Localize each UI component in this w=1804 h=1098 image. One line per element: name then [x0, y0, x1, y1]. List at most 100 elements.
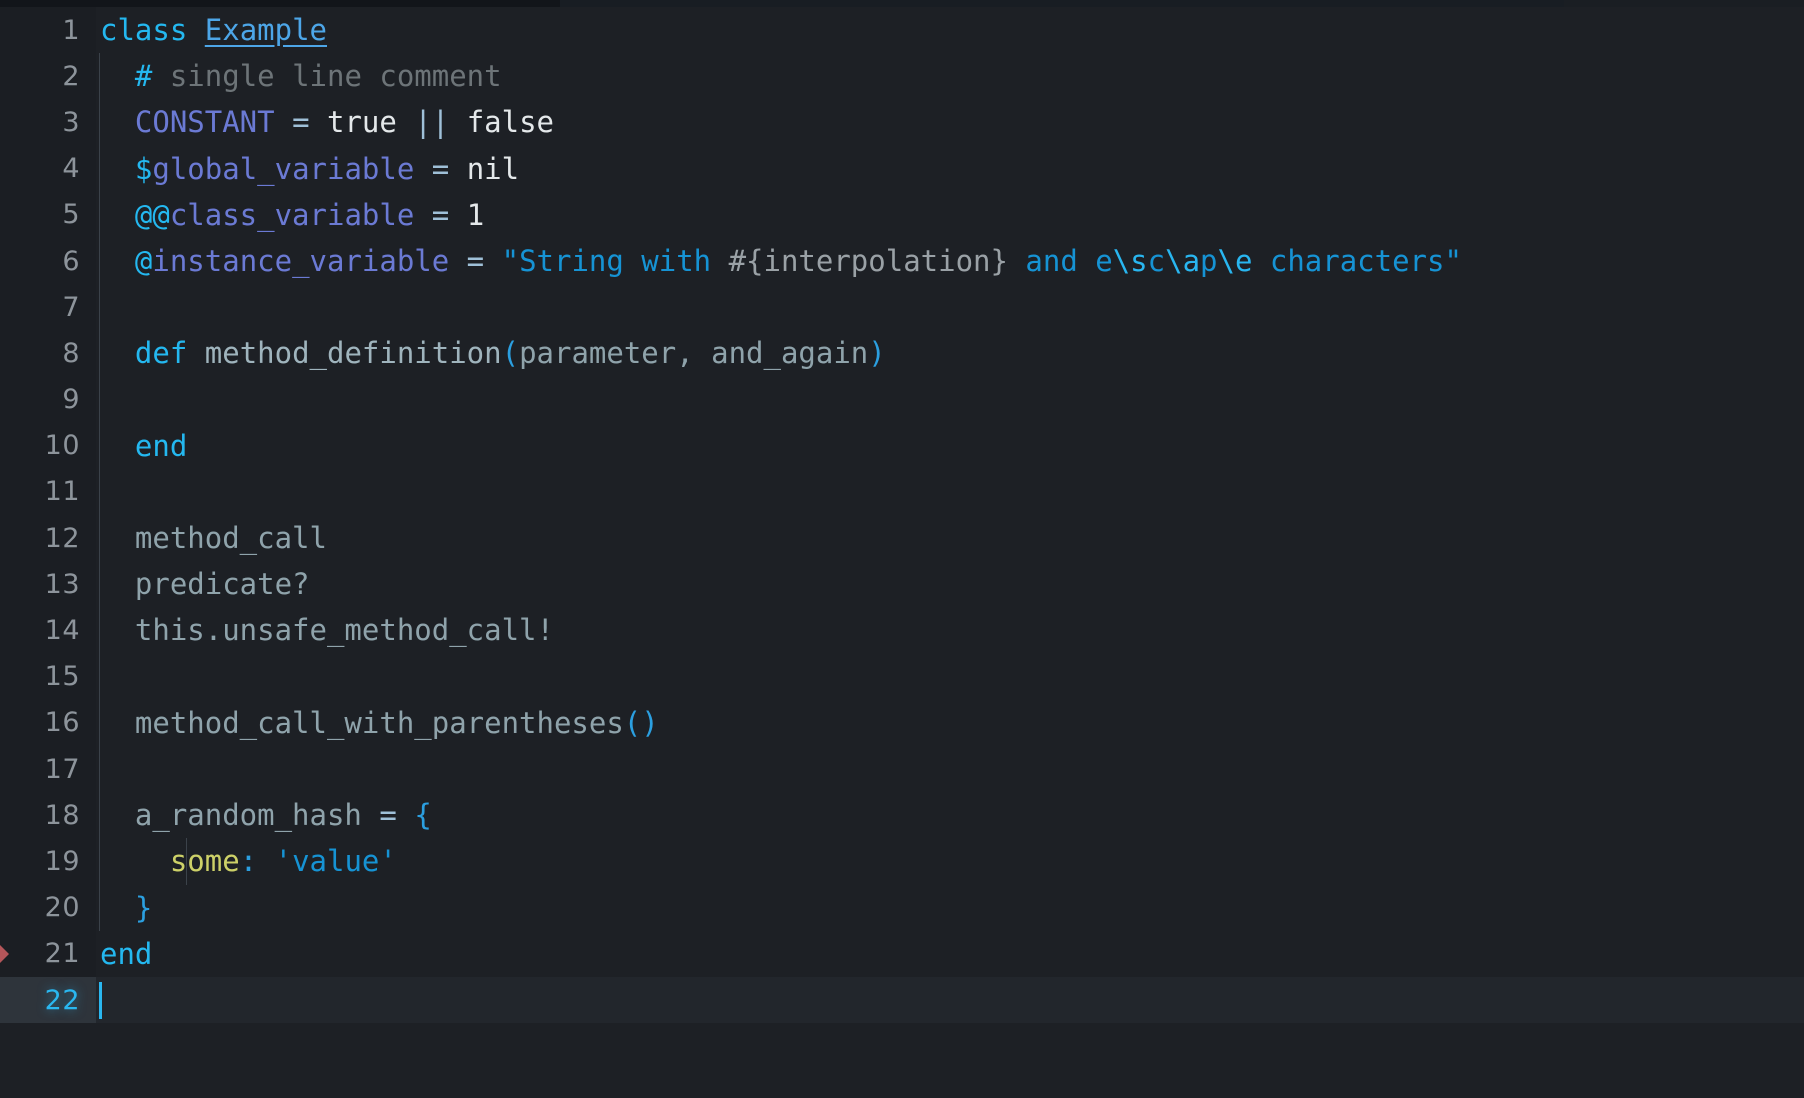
line-content[interactable] — [96, 468, 1804, 516]
line-content[interactable] — [96, 653, 1804, 700]
token-keyword: end — [134, 428, 188, 463]
token-escape: \s — [1112, 243, 1148, 278]
code-line[interactable]: 3 CONSTANT = true || false — [0, 99, 1804, 146]
code-line[interactable]: 8 def method_definition(parameter, and_a… — [0, 330, 1804, 377]
line-gutter[interactable]: 2 — [0, 53, 96, 100]
line-content[interactable]: method_call_with_parentheses() — [96, 699, 1804, 746]
token-paren: ) — [868, 336, 886, 371]
line-gutter[interactable]: 8 — [0, 330, 96, 377]
line-content[interactable]: CONSTANT = true || false — [96, 99, 1804, 146]
code-line[interactable]: 13 predicate? — [0, 561, 1804, 608]
code-line[interactable]: 21 end — [0, 930, 1804, 977]
line-gutter[interactable]: 6 — [0, 237, 96, 285]
line-content[interactable]: a_random_hash = { — [96, 792, 1804, 839]
code-line[interactable]: 5 @@class_variable = 1 — [0, 191, 1804, 238]
token-plain: false — [466, 105, 555, 140]
token-string: "String with — [501, 243, 729, 278]
code-text: $global_variable = nil — [100, 146, 519, 192]
token-escape: \a — [1165, 243, 1201, 278]
code-text: some: 'value' — [100, 838, 397, 884]
line-content[interactable]: this.unsafe_method_call! — [96, 607, 1804, 654]
line-gutter[interactable]: 15 — [0, 653, 96, 700]
line-gutter[interactable]: 22 — [0, 976, 96, 1024]
line-gutter[interactable]: 13 — [0, 561, 96, 608]
code-editor[interactable]: 1 class Example 2 # single line comment 3 C… — [0, 0, 1804, 1098]
line-content[interactable] — [96, 284, 1804, 331]
code-line[interactable]: 1 class Example — [0, 7, 1804, 54]
line-content[interactable]: predicate? — [96, 561, 1804, 608]
token-keyword: end — [100, 936, 153, 971]
indent-guide — [186, 838, 187, 885]
code-text: CONSTANT = true || false — [100, 99, 554, 145]
code-line[interactable]: 17 — [0, 746, 1804, 793]
line-gutter[interactable]: 21 — [0, 930, 96, 977]
token-var: instance_variable — [152, 243, 450, 278]
line-content[interactable]: @instance_variable = "String with #{inte… — [96, 237, 1804, 285]
line-gutter[interactable]: 11 — [0, 468, 96, 516]
line-gutter[interactable]: 17 — [0, 746, 96, 793]
code-lines-container[interactable]: 1 class Example 2 # single line comment 3 C… — [0, 7, 1804, 1098]
line-number: 9 — [62, 384, 80, 416]
code-line[interactable]: 22 — [0, 976, 1804, 1024]
line-gutter[interactable]: 5 — [0, 191, 96, 238]
line-number: 8 — [62, 337, 80, 369]
line-number: 6 — [62, 245, 80, 277]
code-line[interactable]: 9 — [0, 376, 1804, 423]
line-content[interactable]: } — [96, 884, 1804, 931]
code-line[interactable]: 15 — [0, 653, 1804, 700]
line-gutter[interactable]: 12 — [0, 515, 96, 562]
line-content[interactable]: end — [96, 422, 1804, 469]
line-gutter[interactable]: 7 — [0, 284, 96, 331]
code-line[interactable]: 14 this.unsafe_method_call! — [0, 607, 1804, 654]
line-number: 4 — [62, 153, 80, 185]
line-gutter[interactable]: 16 — [0, 699, 96, 746]
line-number: 13 — [44, 568, 80, 600]
code-line[interactable]: 6 @instance_variable = "String with #{in… — [0, 237, 1804, 285]
line-gutter[interactable]: 4 — [0, 145, 96, 192]
code-line[interactable]: 7 — [0, 284, 1804, 331]
indent-guide — [99, 561, 100, 608]
code-line[interactable]: 16 method_call_with_parentheses() — [0, 699, 1804, 746]
line-number: 16 — [44, 707, 80, 739]
code-line[interactable]: 12 method_call — [0, 515, 1804, 562]
line-content[interactable]: @@class_variable = 1 — [96, 191, 1804, 238]
token-comment-h: # — [134, 59, 153, 94]
change-marker-icon[interactable] — [0, 944, 9, 963]
line-gutter[interactable]: 14 — [0, 607, 96, 654]
code-line[interactable]: 18 a_random_hash = { — [0, 792, 1804, 839]
code-line[interactable]: 20 } — [0, 884, 1804, 931]
line-gutter[interactable]: 1 — [0, 7, 96, 54]
token-paren: ( — [501, 336, 520, 371]
code-text: method_call — [100, 515, 327, 561]
line-content[interactable]: method_call — [96, 515, 1804, 562]
line-gutter[interactable]: 20 — [0, 884, 96, 931]
indent-guide — [99, 53, 100, 100]
line-content[interactable] — [96, 976, 1804, 1024]
line-gutter[interactable]: 19 — [0, 838, 96, 885]
code-line[interactable]: 19 some: 'value' — [0, 838, 1804, 885]
line-gutter[interactable]: 3 — [0, 99, 96, 146]
code-line[interactable]: 11 — [0, 468, 1804, 516]
line-gutter[interactable]: 10 — [0, 422, 96, 469]
line-content[interactable]: some: 'value' — [96, 838, 1804, 885]
token-ident: method_call — [134, 521, 327, 556]
token-sigil: @@ — [134, 197, 170, 232]
line-content[interactable] — [96, 746, 1804, 793]
line-content[interactable]: end — [96, 931, 1804, 977]
code-line[interactable]: 10 end — [0, 422, 1804, 469]
code-line[interactable]: 2 # single line comment — [0, 53, 1804, 100]
indent-guide — [99, 468, 100, 516]
line-content[interactable]: class Example — [96, 7, 1804, 53]
line-content[interactable] — [96, 376, 1804, 423]
line-content[interactable]: # single line comment — [96, 53, 1804, 100]
line-number: 3 — [62, 106, 80, 138]
indent-guide — [99, 884, 100, 931]
line-content[interactable]: $global_variable = nil — [96, 145, 1804, 192]
line-gutter[interactable]: 9 — [0, 376, 96, 423]
line-gutter[interactable]: 18 — [0, 792, 96, 839]
line-content[interactable]: def method_definition(parameter, and_aga… — [96, 330, 1804, 377]
code-line[interactable]: 4 $global_variable = nil — [0, 145, 1804, 192]
